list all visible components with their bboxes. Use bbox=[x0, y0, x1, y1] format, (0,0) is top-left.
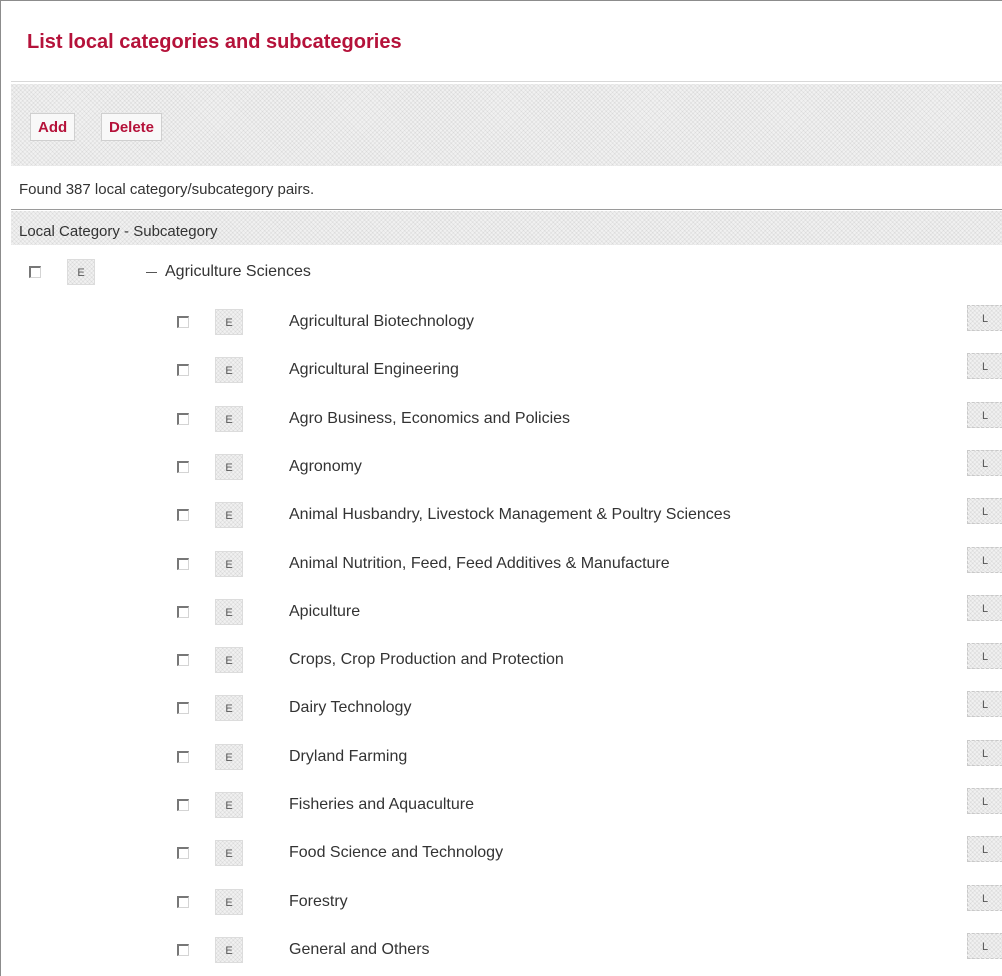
subcategory-list-button[interactable]: L bbox=[967, 547, 1002, 573]
subcategory-label[interactable]: Animal Nutrition, Feed, Feed Additives &… bbox=[289, 555, 670, 573]
subcategory-edit-button[interactable]: E bbox=[215, 937, 243, 963]
subcategory-label[interactable]: Agro Business, Economics and Policies bbox=[289, 410, 570, 428]
subcategory-edit-button[interactable]: E bbox=[215, 357, 243, 383]
category-label[interactable]: Agriculture Sciences bbox=[165, 263, 311, 281]
subcategory-label[interactable]: Fisheries and Aquaculture bbox=[289, 796, 474, 814]
subcategory-label[interactable]: Apiculture bbox=[289, 603, 360, 621]
subcategory-list-button[interactable]: L bbox=[967, 788, 1002, 814]
subcategory-checkbox[interactable] bbox=[177, 799, 189, 811]
subcategory-checkbox[interactable] bbox=[177, 606, 189, 618]
subcategory-list-button[interactable]: L bbox=[967, 450, 1002, 476]
subcategory-edit-button[interactable]: E bbox=[215, 840, 243, 866]
category-edit-button[interactable]: E bbox=[67, 259, 95, 285]
subcategory-label[interactable]: Forestry bbox=[289, 893, 348, 911]
subcategory-edit-button[interactable]: E bbox=[215, 695, 243, 721]
subcategory-list-button[interactable]: L bbox=[967, 740, 1002, 766]
subcategory-edit-button[interactable]: E bbox=[215, 647, 243, 673]
subcategory-edit-button[interactable]: E bbox=[215, 599, 243, 625]
subcategory-checkbox[interactable] bbox=[177, 558, 189, 570]
subcategory-edit-button[interactable]: E bbox=[215, 454, 243, 480]
subcategory-edit-button[interactable]: E bbox=[215, 309, 243, 335]
subcategory-edit-button[interactable]: E bbox=[215, 551, 243, 577]
subcategory-list-button[interactable]: L bbox=[967, 595, 1002, 621]
page-title: List local categories and subcategories bbox=[27, 31, 402, 53]
subcategory-label[interactable]: Agronomy bbox=[289, 458, 362, 476]
collapse-dash-icon[interactable] bbox=[146, 272, 157, 273]
subcategory-edit-button[interactable]: E bbox=[215, 744, 243, 770]
subcategory-list-button[interactable]: L bbox=[967, 933, 1002, 959]
subcategory-list-button[interactable]: L bbox=[967, 305, 1002, 331]
column-header-label: Local Category - Subcategory bbox=[19, 223, 218, 240]
results-divider bbox=[11, 209, 1002, 210]
subcategory-label[interactable]: Dairy Technology bbox=[289, 699, 411, 717]
subcategory-checkbox[interactable] bbox=[177, 413, 189, 425]
delete-button[interactable]: Delete bbox=[101, 113, 163, 141]
column-header: Local Category - Subcategory bbox=[11, 211, 1002, 245]
subcategory-checkbox[interactable] bbox=[177, 944, 189, 956]
subcategory-label[interactable]: General and Others bbox=[289, 941, 430, 959]
title-divider bbox=[11, 81, 1002, 82]
subcategory-checkbox[interactable] bbox=[177, 654, 189, 666]
subcategory-checkbox[interactable] bbox=[177, 364, 189, 376]
subcategory-edit-button[interactable]: E bbox=[215, 889, 243, 915]
subcategory-label[interactable]: Animal Husbandry, Livestock Management &… bbox=[289, 506, 731, 524]
subcategory-checkbox[interactable] bbox=[177, 702, 189, 714]
results-count-text: Found 387 local category/subcategory pai… bbox=[19, 181, 315, 198]
subcategory-list-button[interactable]: L bbox=[967, 643, 1002, 669]
subcategory-list-button[interactable]: L bbox=[967, 498, 1002, 524]
subcategory-label[interactable]: Agricultural Engineering bbox=[289, 361, 459, 379]
subcategory-checkbox[interactable] bbox=[177, 896, 189, 908]
subcategory-checkbox[interactable] bbox=[177, 509, 189, 521]
subcategory-list-button[interactable]: L bbox=[967, 402, 1002, 428]
subcategory-list-button[interactable]: L bbox=[967, 353, 1002, 379]
toolbar: Add Delete bbox=[11, 84, 1002, 166]
subcategory-label[interactable]: Food Science and Technology bbox=[289, 844, 503, 862]
subcategory-label[interactable]: Agricultural Biotechnology bbox=[289, 313, 474, 331]
subcategory-list-button[interactable]: L bbox=[967, 836, 1002, 862]
subcategory-edit-button[interactable]: E bbox=[215, 406, 243, 432]
subcategory-list-button[interactable]: L bbox=[967, 691, 1002, 717]
subcategory-label[interactable]: Crops, Crop Production and Protection bbox=[289, 651, 564, 669]
subcategory-list-button[interactable]: L bbox=[967, 885, 1002, 911]
subcategory-label[interactable]: Dryland Farming bbox=[289, 748, 407, 766]
page-frame: List local categories and subcategories … bbox=[0, 0, 1002, 976]
subcategory-checkbox[interactable] bbox=[177, 751, 189, 763]
subcategory-edit-button[interactable]: E bbox=[215, 792, 243, 818]
subcategory-checkbox[interactable] bbox=[177, 461, 189, 473]
category-checkbox[interactable] bbox=[29, 266, 41, 278]
subcategory-edit-button[interactable]: E bbox=[215, 502, 243, 528]
subcategory-checkbox[interactable] bbox=[177, 847, 189, 859]
subcategory-checkbox[interactable] bbox=[177, 316, 189, 328]
add-button[interactable]: Add bbox=[30, 113, 76, 141]
